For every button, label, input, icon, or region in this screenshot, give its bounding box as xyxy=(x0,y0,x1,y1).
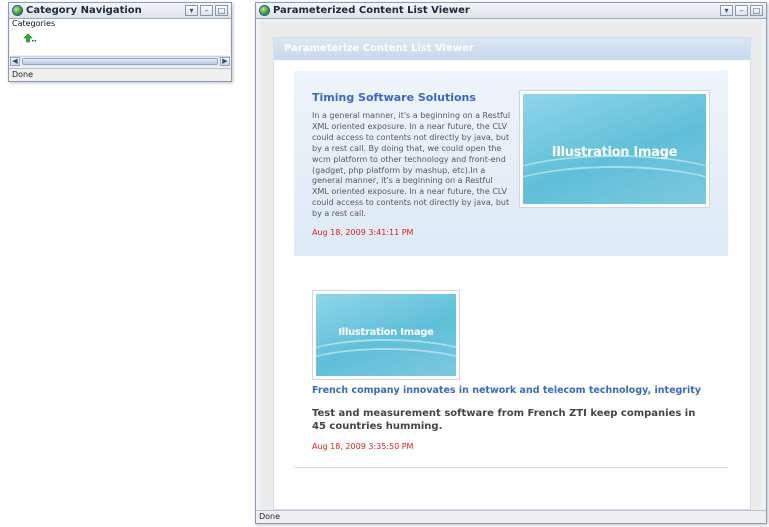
dropdown-button[interactable]: ▾ xyxy=(720,5,733,16)
illustration-caption: Illustration Image xyxy=(551,144,678,160)
main-viewport: Parameterize Content List Viewer Timing … xyxy=(260,21,762,510)
illustration-caption: Illustration Image xyxy=(338,326,434,338)
content-list-viewer-window: Parameterized Content List Viewer ▾ – □ … xyxy=(255,2,767,524)
scroll-left-icon[interactable]: ◀ xyxy=(10,57,20,66)
illustration-picture: Illustration Image xyxy=(523,94,706,204)
content-item-date: Aug 18, 2009 3:35:50 PM xyxy=(312,442,414,451)
globe-icon xyxy=(12,5,23,16)
category-status-bar: Done xyxy=(9,68,231,81)
content-item-1: Timing Software Solutions In a general m… xyxy=(294,71,728,256)
minimize-button[interactable]: – xyxy=(735,5,748,16)
item-separator xyxy=(294,467,728,468)
scroll-thumb[interactable] xyxy=(22,58,218,65)
main-window-titlebar[interactable]: Parameterized Content List Viewer ▾ – □ xyxy=(256,3,766,19)
content-item-description: Test and measurement software from Frenc… xyxy=(312,408,696,432)
up-level-icon[interactable] xyxy=(24,33,38,43)
illustration-image[interactable]: Illustration Image xyxy=(519,90,710,208)
horizontal-scrollbar[interactable]: ◀ ▶ xyxy=(10,56,230,67)
category-tree: Categories xyxy=(10,19,230,55)
category-navigation-window: Category Navigation ▾ – □ Categories ◀ ▶… xyxy=(8,2,232,82)
decorative-swoosh xyxy=(316,348,456,376)
decorative-swoosh xyxy=(523,165,706,205)
content-item-title[interactable]: French company innovates in network and … xyxy=(312,385,701,396)
content-item-title[interactable]: Timing Software Solutions xyxy=(312,91,476,104)
globe-icon xyxy=(259,5,270,16)
category-window-titlebar[interactable]: Category Navigation ▾ – □ xyxy=(9,3,231,19)
dropdown-button[interactable]: ▾ xyxy=(185,5,198,16)
content-item-body: In a general manner, it's a beginning on… xyxy=(312,111,511,219)
categories-label: Categories xyxy=(12,19,56,28)
clv-panel: Parameterize Content List Viewer Timing … xyxy=(273,37,751,510)
category-window-title: Category Navigation xyxy=(26,5,142,16)
maximize-button[interactable]: □ xyxy=(215,5,228,16)
main-window-title: Parameterized Content List Viewer xyxy=(273,5,470,16)
maximize-button[interactable]: □ xyxy=(750,5,763,16)
main-status-bar: Done xyxy=(256,510,766,523)
illustration-image[interactable]: Illustration Image xyxy=(312,290,460,380)
scroll-right-icon[interactable]: ▶ xyxy=(220,57,230,66)
clv-header: Parameterize Content List Viewer xyxy=(274,38,750,60)
minimize-button[interactable]: – xyxy=(200,5,213,16)
illustration-picture: Illustration Image xyxy=(316,294,456,376)
content-item-date: Aug 18, 2009 3:41:11 PM xyxy=(312,228,414,237)
